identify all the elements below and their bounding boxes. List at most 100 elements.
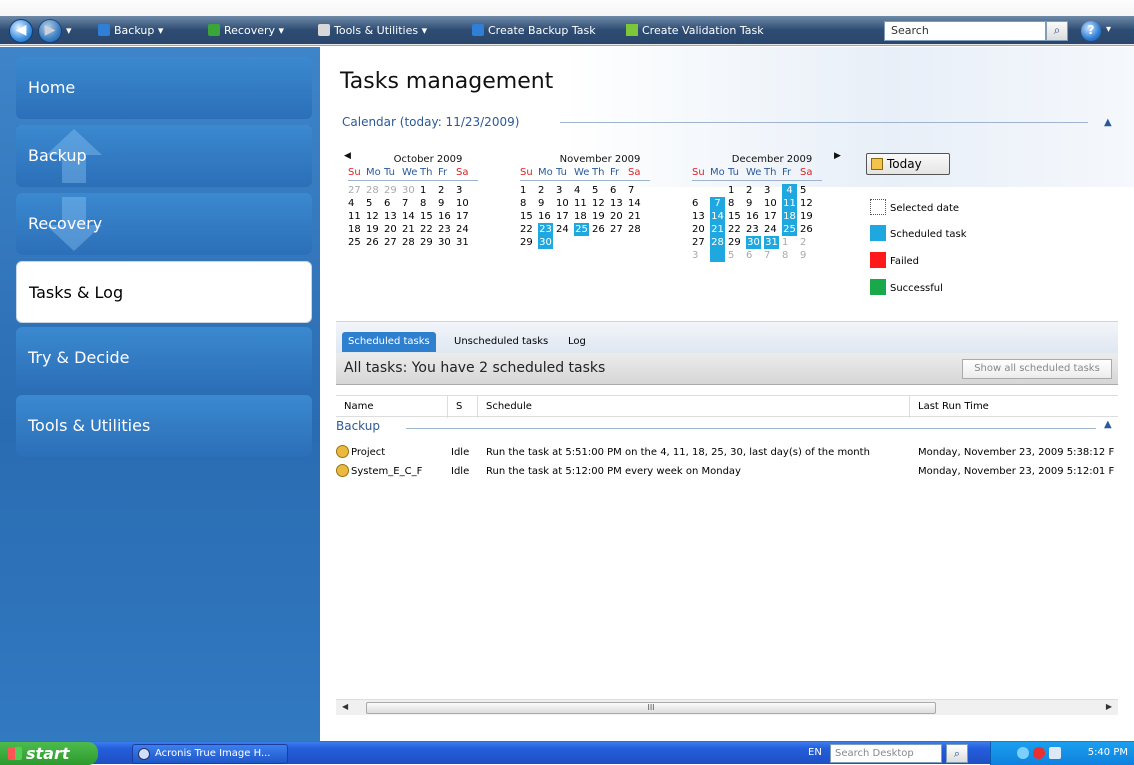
calendar-day[interactable]: 8 <box>728 197 746 210</box>
show-all-scheduled-tasks-button[interactable]: Show all scheduled tasks <box>962 359 1112 379</box>
calendar-day[interactable]: 27 <box>610 223 628 236</box>
calendar-day[interactable]: 8 <box>782 249 800 262</box>
calendar-day[interactable]: 13 <box>692 210 710 223</box>
toolbar-backup-menu[interactable]: Backup ▾ <box>98 22 163 40</box>
calendar-day[interactable]: 1 <box>520 184 538 197</box>
calendar-day[interactable]: 14 <box>402 210 420 223</box>
calendar-day[interactable]: 27 <box>692 236 710 249</box>
calendar-day[interactable]: 3 <box>764 184 782 197</box>
calendar-day[interactable]: 27 <box>384 236 402 249</box>
calendar-day[interactable]: 31 <box>456 236 474 249</box>
calendar-day[interactable]: 7 <box>628 184 646 197</box>
calendar-day[interactable]: 10 <box>556 197 574 210</box>
sidebar-item-home[interactable]: Home <box>16 57 312 119</box>
calendar-day[interactable]: 6 <box>746 249 764 262</box>
collapse-group-icon[interactable]: ▲ <box>1104 419 1112 430</box>
calendar-day[interactable]: 28 <box>402 236 420 249</box>
calendar-day[interactable]: 21 <box>402 223 420 236</box>
sidebar-item-backup[interactable]: Backup <box>16 125 312 187</box>
calendar-day[interactable]: 21 <box>710 223 725 236</box>
calendar-day[interactable]: 16 <box>746 210 764 223</box>
calendar-day[interactable]: 28 <box>366 184 384 197</box>
calendar-day[interactable]: 9 <box>438 197 456 210</box>
calendar-day[interactable]: 2 <box>538 184 556 197</box>
taskbar-app-button[interactable]: Acronis True Image H... <box>132 744 288 764</box>
calendar-day[interactable]: 22 <box>728 223 746 236</box>
calendar-day[interactable]: 2 <box>800 236 818 249</box>
calendar-day[interactable]: 19 <box>800 210 818 223</box>
calendar-day[interactable]: 22 <box>420 223 438 236</box>
column-header-last-run-time[interactable]: Last Run Time <box>910 396 1118 418</box>
calendar-day[interactable]: 26 <box>800 223 818 236</box>
calendar-day[interactable]: 1 <box>728 184 746 197</box>
table-row[interactable]: System_E_C_F Idle Run the task at 5:12:0… <box>336 463 1118 480</box>
calendar-day[interactable]: 24 <box>556 223 574 236</box>
calendar-day[interactable]: 2 <box>438 184 456 197</box>
calendar-day[interactable]: 9 <box>746 197 764 210</box>
back-button[interactable]: ◀ <box>9 19 33 43</box>
calendar-day[interactable]: 30 <box>402 184 420 197</box>
calendar-day[interactable]: 18 <box>782 210 797 223</box>
calendar-day[interactable]: 20 <box>384 223 402 236</box>
calendar-day[interactable]: 17 <box>556 210 574 223</box>
calendar-day[interactable]: 8 <box>520 197 538 210</box>
calendar-day[interactable]: 17 <box>456 210 474 223</box>
display-icon[interactable] <box>1049 747 1061 759</box>
calendar-day[interactable]: 3 <box>692 249 710 262</box>
calendar-day[interactable]: 4 <box>574 184 592 197</box>
desktop-search-input[interactable]: Search Desktop <box>830 744 942 763</box>
calendar-day[interactable]: 28 <box>710 236 725 249</box>
calendar-day[interactable]: 31 <box>764 236 779 249</box>
today-button[interactable]: Today <box>866 153 950 175</box>
calendar-day[interactable]: 23 <box>438 223 456 236</box>
create-backup-task-button[interactable]: Create Backup Task <box>472 22 596 40</box>
tab-log[interactable]: Log <box>562 332 592 352</box>
calendar-day[interactable]: 15 <box>728 210 746 223</box>
calendar-day[interactable]: 10 <box>764 197 782 210</box>
forward-button[interactable]: ▶ <box>38 19 62 43</box>
calendar-day[interactable]: 30 <box>538 236 553 249</box>
calendar-day[interactable]: 19 <box>366 223 384 236</box>
calendar-day[interactable]: 5 <box>366 197 384 210</box>
tab-scheduled-tasks[interactable]: Scheduled tasks <box>342 332 436 352</box>
calendar-day[interactable]: 7 <box>710 197 725 210</box>
calendar-day[interactable]: 12 <box>592 197 610 210</box>
calendar-day[interactable]: 24 <box>456 223 474 236</box>
calendar-day[interactable]: 29 <box>520 236 538 249</box>
calendar-day[interactable]: 16 <box>438 210 456 223</box>
tab-unscheduled-tasks[interactable]: Unscheduled tasks <box>448 332 554 352</box>
calendar-day[interactable]: 30 <box>746 236 761 249</box>
calendar-day[interactable]: 20 <box>692 223 710 236</box>
history-dropdown-icon[interactable]: ▾ <box>66 22 72 40</box>
table-row[interactable]: Project Idle Run the task at 5:51:00 PM … <box>336 444 1118 461</box>
calendar-day[interactable]: 25 <box>782 223 797 236</box>
calendar-day[interactable]: 9 <box>538 197 556 210</box>
calendar-day[interactable]: 4 <box>710 249 725 262</box>
scrollbar-thumb[interactable]: III <box>366 702 936 714</box>
calendar-day[interactable]: 13 <box>384 210 402 223</box>
calendar-day[interactable]: 15 <box>420 210 438 223</box>
calendar-day[interactable]: 24 <box>764 223 782 236</box>
calendar-day[interactable]: 1 <box>782 236 800 249</box>
calendar-day[interactable]: 6 <box>610 184 628 197</box>
language-indicator[interactable]: EN <box>808 747 822 758</box>
calendar-day[interactable]: 4 <box>782 184 797 197</box>
calendar-day[interactable]: 11 <box>348 210 366 223</box>
calendar-day[interactable]: 27 <box>348 184 366 197</box>
calendar-day[interactable]: 15 <box>520 210 538 223</box>
calendar-day[interactable]: 12 <box>800 197 818 210</box>
scroll-left-icon[interactable]: ◀ <box>342 702 348 711</box>
calendar-day[interactable]: 18 <box>348 223 366 236</box>
search-icon[interactable]: ⌕ <box>1046 21 1068 41</box>
calendar-day[interactable]: 26 <box>592 223 610 236</box>
calendar-day[interactable]: 5 <box>800 184 818 197</box>
calendar-day[interactable]: 19 <box>592 210 610 223</box>
column-header-status[interactable]: S <box>448 396 478 418</box>
calendar-day[interactable]: 29 <box>420 236 438 249</box>
horizontal-scrollbar[interactable]: ◀ III ▶ <box>336 699 1118 715</box>
desktop-search-icon[interactable]: ⌕ <box>946 744 968 763</box>
calendar-day[interactable]: 3 <box>556 184 574 197</box>
calendar-day[interactable]: 28 <box>628 223 646 236</box>
calendar-header[interactable]: Calendar (today: 11/23/2009) <box>342 115 519 129</box>
calendar-day[interactable]: 18 <box>574 210 592 223</box>
